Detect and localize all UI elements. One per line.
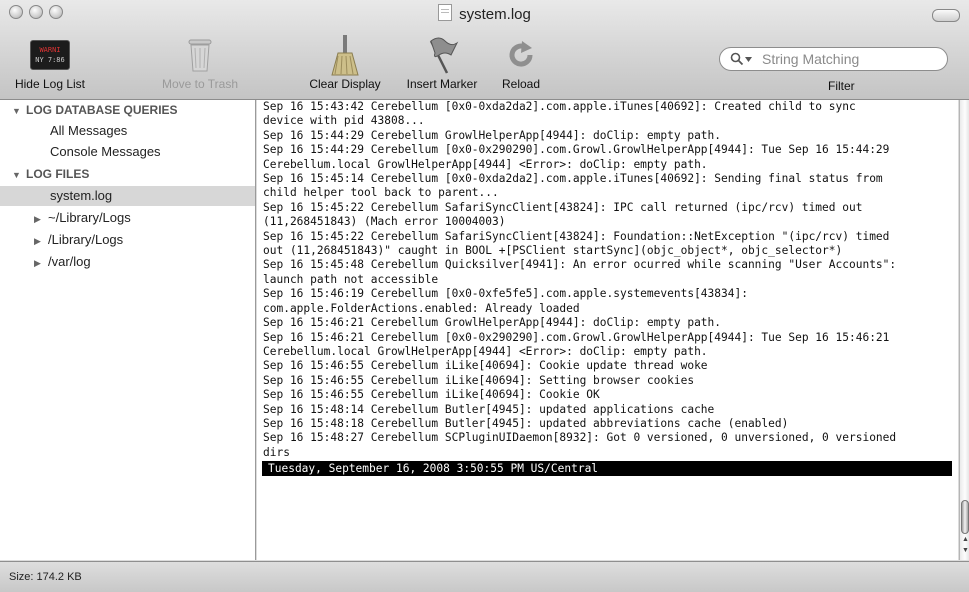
log-line[interactable]: child helper tool back to parent... <box>263 186 958 200</box>
log-line[interactable]: Cerebellum.local GrowlHelperApp[4944] <E… <box>263 345 958 359</box>
log-line[interactable]: Sep 16 15:45:22 Cerebellum SafariSyncCli… <box>263 201 958 215</box>
disclosure-closed-icon[interactable]: ▶ <box>34 209 48 229</box>
log-line[interactable]: Sep 16 15:46:55 Cerebellum iLike[40694]:… <box>263 359 958 373</box>
hide-log-list-button[interactable]: WARNI NY 7:86 Hide Log List <box>5 33 95 91</box>
log-line[interactable]: Sep 16 15:46:21 Cerebellum [0x0-0x290290… <box>263 331 958 345</box>
log-marker: Tuesday, September 16, 2008 3:50:55 PM U… <box>262 461 952 477</box>
document-icon <box>438 4 453 21</box>
clear-display-button[interactable]: Clear Display <box>297 33 393 91</box>
reload-icon <box>509 41 533 67</box>
scrollbar-thumb[interactable] <box>961 500 969 534</box>
toolbar: system.log WARNI NY 7:86 Hide Log List M… <box>0 0 969 100</box>
log-line[interactable]: com.apple.FolderActions.enabled: Already… <box>263 302 958 316</box>
log-line[interactable]: Sep 16 15:44:29 Cerebellum [0x0-0x290290… <box>263 143 958 157</box>
log-line[interactable]: Sep 16 15:46:19 Cerebellum [0x0-0xfe5fe5… <box>263 287 958 301</box>
reload-button[interactable]: Reload <box>493 33 549 91</box>
log-line[interactable]: Sep 16 15:48:27 Cerebellum SCPluginUIDae… <box>263 431 958 445</box>
log-line[interactable]: Sep 16 15:46:55 Cerebellum iLike[40694]:… <box>263 374 958 388</box>
sidebar-item-user-library-logs[interactable]: ▶ ~/Library/Logs <box>0 208 255 228</box>
disclosure-closed-icon[interactable]: ▶ <box>34 253 48 273</box>
disclosure-open-icon[interactable]: ▼ <box>12 101 26 121</box>
sidebar-item-var-log[interactable]: ▶/var/log <box>0 252 255 272</box>
log-line[interactable]: Sep 16 15:46:55 Cerebellum iLike[40694]:… <box>263 388 958 402</box>
log-line[interactable]: Sep 16 15:48:18 Cerebellum Butler[4945]:… <box>263 417 958 431</box>
log-line[interactable]: dirs <box>263 446 958 460</box>
filter-input[interactable] <box>760 50 944 68</box>
move-to-trash-button[interactable]: Move to Trash <box>150 33 250 91</box>
log-size: Size: 174.2 KB <box>9 571 82 583</box>
sidebar-item-system-log[interactable]: system.log <box>0 186 255 206</box>
console-window: system.log WARNI NY 7:86 Hide Log List M… <box>0 0 969 592</box>
sidebar-item-all-messages[interactable]: All Messages <box>0 121 255 141</box>
broom-icon <box>331 35 359 76</box>
scroll-up-arrow-icon[interactable]: ▲ <box>962 536 969 543</box>
search-icon[interactable] <box>730 52 744 66</box>
log-list-icon: WARNI NY 7:86 <box>30 40 70 70</box>
toolbar-toggle-button[interactable] <box>932 9 960 22</box>
log-line[interactable]: Sep 16 15:45:22 Cerebellum SafariSyncCli… <box>263 230 958 244</box>
filter-search-field[interactable] <box>719 47 948 71</box>
sidebar-item-library-logs[interactable]: ▶/Library/Logs <box>0 230 255 250</box>
disclosure-open-icon[interactable]: ▼ <box>12 165 26 185</box>
log-scrollbar[interactable]: ▲ ▼ <box>959 100 969 560</box>
log-line[interactable]: Sep 16 15:45:48 Cerebellum Quicksilver[4… <box>263 258 958 272</box>
sidebar-group-log-database-queries[interactable]: ▼ LOG DATABASE QUERIES <box>0 100 255 120</box>
scroll-down-arrow-icon[interactable]: ▼ <box>962 547 969 554</box>
log-line[interactable]: device with pid 43808... <box>263 114 958 128</box>
log-line[interactable]: Cerebellum.local GrowlHelperApp[4944] <E… <box>263 158 958 172</box>
window-title: system.log <box>0 4 969 23</box>
insert-marker-button[interactable]: Insert Marker <box>395 33 489 91</box>
log-line[interactable]: Sep 16 15:43:42 Cerebellum [0x0-0xda2da2… <box>263 100 958 114</box>
chevron-down-icon[interactable] <box>745 56 752 62</box>
flag-icon <box>429 37 459 74</box>
status-bar: Size: 174.2 KB <box>0 561 969 592</box>
log-line[interactable]: (11,268451843) (Mach error 10004003) <box>263 215 958 229</box>
sidebar-item-console-messages[interactable]: Console Messages <box>0 142 255 162</box>
log-content[interactable]: Sep 16 15:43:42 Cerebellum [0x0-0xda2da2… <box>257 100 958 460</box>
disclosure-closed-icon[interactable]: ▶ <box>34 231 48 251</box>
log-line[interactable]: Sep 16 15:44:29 Cerebellum GrowlHelperAp… <box>263 129 958 143</box>
log-line[interactable]: Sep 16 15:46:21 Cerebellum GrowlHelperAp… <box>263 316 958 330</box>
log-text-view[interactable]: Sep 16 15:43:42 Cerebellum [0x0-0xda2da2… <box>257 100 958 560</box>
trash-icon <box>188 39 212 72</box>
log-list-sidebar: ▼ LOG DATABASE QUERIES All Messages Conso… <box>0 100 256 560</box>
sidebar-group-log-files[interactable]: ▼ LOG FILES <box>0 164 255 184</box>
filter-label: Filter <box>828 79 855 93</box>
log-line[interactable]: Sep 16 15:45:14 Cerebellum [0x0-0xda2da2… <box>263 172 958 186</box>
log-line[interactable]: out (11,268451843)" caught in BOOL +[PSC… <box>263 244 958 258</box>
log-line[interactable]: launch path not accessible <box>263 273 958 287</box>
window-title-text: system.log <box>459 6 531 23</box>
log-line[interactable]: Sep 16 15:48:14 Cerebellum Butler[4945]:… <box>263 403 958 417</box>
